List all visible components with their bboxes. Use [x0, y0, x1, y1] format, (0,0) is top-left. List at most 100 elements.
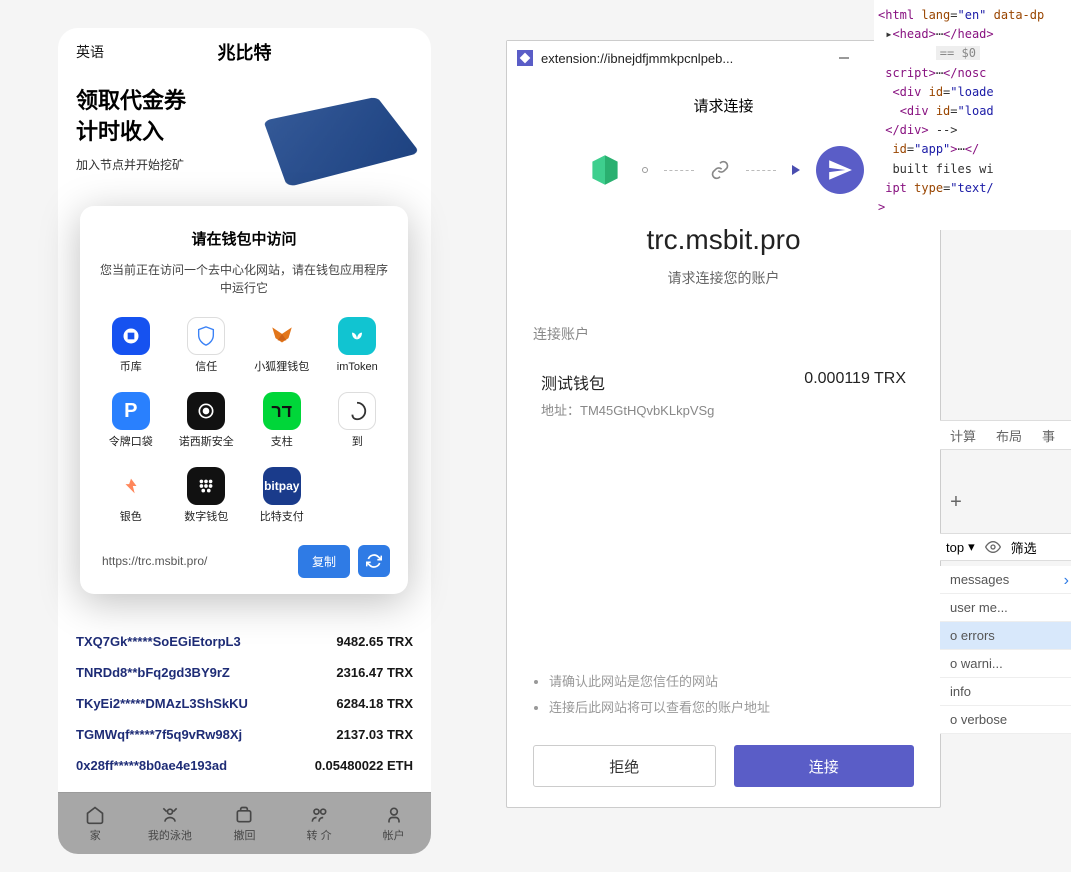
transaction-row[interactable]: 0x28ff*****8b0ae4e193ad0.05480022 ETH: [76, 750, 413, 781]
nav-icon: [160, 805, 180, 825]
console-filter-0[interactable]: messages: [940, 566, 1071, 594]
minimize-button[interactable]: [826, 44, 862, 72]
wallet-item-trust[interactable]: 信任: [174, 317, 240, 374]
wallet-item-gnosis[interactable]: 诺西斯安全: [174, 392, 240, 449]
transaction-row[interactable]: TXQ7Gk*****SoEGiEtorpL3 9482.65 TRX: [76, 626, 413, 657]
add-tab-button[interactable]: +: [944, 490, 968, 514]
hero-subtitle: 加入节点并开始挖矿: [76, 156, 186, 173]
transaction-list: TXQ7Gk*****SoEGiEtorpL3 9482.65 TRX TNRDd8…: [58, 626, 431, 781]
account-card[interactable]: 测试钱包 0.000119 TRX 地址：TM45GtHQvbKLkpVSg: [533, 358, 914, 431]
account-address: 地址：TM45GtHQvbKLkpVSg: [541, 400, 906, 419]
tx-amount: 2316.47 TRX: [336, 665, 413, 680]
dapp-logo-icon: [584, 149, 626, 191]
hero-text: 领取代金券 计时收入 加入节点并开始挖矿: [76, 86, 186, 186]
wallet-item-argent[interactable]: 银色: [98, 467, 164, 524]
wallet-label: 支柱: [271, 436, 293, 449]
wallet-label: 到: [352, 436, 363, 449]
nav-label: 撤回: [233, 827, 255, 843]
console-filter-3[interactable]: o warni...: [940, 650, 1071, 678]
wallet-label: 令牌口袋: [109, 436, 153, 449]
wallet-label: 小狐狸钱包: [254, 361, 309, 374]
console-filter-bar: top ▾ 筛选: [940, 533, 1071, 561]
hero-illustration: [263, 97, 420, 188]
wallet-label: imToken: [337, 361, 378, 374]
play-icon: [792, 165, 800, 175]
connect-button[interactable]: 连接: [734, 745, 915, 787]
request-title: 请求连接: [533, 95, 914, 116]
hero-section: 领取代金券 计时收入 加入节点并开始挖矿: [58, 76, 431, 196]
eye-icon[interactable]: [985, 539, 1001, 555]
transaction-row[interactable]: TGMWqf*****7f5q9vRw98Xj 2137.03 TRX: [76, 719, 413, 750]
wallet-item-metamask[interactable]: 小狐狸钱包: [249, 317, 315, 374]
wallet-item-onto[interactable]: 到: [325, 392, 391, 449]
tx-address: TKyEi2*****DMAzL3ShSkKU: [76, 696, 248, 711]
wallet-label: 信任: [195, 361, 217, 374]
context-dropdown[interactable]: top ▾: [946, 539, 975, 555]
account-name: 测试钱包: [541, 370, 605, 394]
mobile-header: 英语 兆比特: [58, 28, 431, 76]
tx-amount: 2137.03 TRX: [336, 727, 413, 742]
filter-label[interactable]: 筛选: [1011, 538, 1037, 557]
devtools-elements-panel[interactable]: <html lang="en" data-dp ▸<head>⋯</head> …: [874, 0, 1071, 230]
devtools-tab[interactable]: 事: [1032, 426, 1065, 445]
wallet-item-imtoken[interactable]: imToken: [325, 317, 391, 374]
tx-address: TGMWqf*****7f5q9vRw98Xj: [76, 727, 242, 742]
notice-list: 请确认此网站是您信任的网站连接后此网站将可以查看您的账户地址: [533, 669, 914, 721]
modal-footer: https://trc.msbit.pro/ 复制: [98, 545, 390, 578]
dapp-url: https://trc.msbit.pro/: [98, 548, 290, 574]
nav-item-4[interactable]: 帐户: [356, 793, 431, 854]
wallet-item-bitpay[interactable]: bitpay比特支付: [249, 467, 315, 524]
domain-name: trc.msbit.pro: [533, 224, 914, 256]
wallet-item-tokenpocket[interactable]: P令牌口袋: [98, 392, 164, 449]
refresh-icon: [366, 553, 382, 569]
wallet-grid: 币库信任 小狐狸钱包 imToken P令牌口袋诺西斯安全 דר支柱到银色 数字钱包 bit…: [98, 317, 390, 525]
devtools-tab[interactable]: 计算: [940, 426, 986, 445]
tx-amount: 9482.65 TRX: [336, 634, 413, 649]
devtools-tab[interactable]: 布局: [986, 426, 1032, 445]
nav-label: 家: [90, 827, 101, 843]
nav-icon: [234, 805, 254, 825]
link-icon: [710, 160, 730, 180]
nav-icon: [384, 805, 404, 825]
hero-line2: 计时收入: [76, 117, 186, 148]
wallet-select-modal: 请在钱包中访问 您当前正在访问一个去中心化网站，请在钱包应用程序中运行它 币库信…: [80, 206, 408, 594]
wallet-label: 数字钱包: [184, 511, 228, 524]
wallet-label: 银色: [120, 511, 142, 524]
bottom-nav: 家 我的泳池 撤回 转 介帐户: [58, 792, 431, 854]
console-filter-1[interactable]: user me...: [940, 594, 1071, 622]
chevron-right-icon[interactable]: ›: [1064, 572, 1069, 590]
nav-item-0[interactable]: 家: [58, 793, 133, 854]
nav-label: 我的泳池: [148, 827, 192, 843]
chevron-down-icon: ▾: [968, 539, 975, 555]
modal-title: 请在钱包中访问: [98, 228, 390, 249]
account-row: 测试钱包 0.000119 TRX: [541, 370, 906, 394]
copy-button[interactable]: 复制: [298, 545, 350, 578]
nav-item-3[interactable]: 转 介: [282, 793, 357, 854]
refresh-button[interactable]: [358, 545, 390, 577]
modal-subtitle: 您当前正在访问一个去中心化网站，请在钱包应用程序中运行它: [98, 261, 390, 297]
wallet-item-math[interactable]: 数字钱包: [174, 467, 240, 524]
nav-icon: [309, 805, 329, 825]
nav-item-2[interactable]: 撤回: [207, 793, 282, 854]
tx-address: TXQ7Gk*****SoEGiEtorpL3: [76, 634, 241, 649]
app-title: 兆比特: [58, 39, 431, 65]
wallet-label: 诺西斯安全: [179, 436, 234, 449]
wallet-item-pillar[interactable]: דר支柱: [249, 392, 315, 449]
transaction-row[interactable]: TNRDd8**bFq2gd3BY9rZ 2316.47 TRX: [76, 657, 413, 688]
transaction-row[interactable]: TKyEi2*****DMAzL3ShSkKU 6284.18 TRX: [76, 688, 413, 719]
section-label: 连接账户: [533, 324, 914, 344]
extension-app-icon: [517, 50, 533, 66]
console-filter-2[interactable]: o errors: [940, 622, 1071, 650]
wallet-label: 比特支付: [260, 511, 304, 524]
console-filter-5[interactable]: o verbose: [940, 706, 1071, 734]
devtools-styles-tabs: 计算布局事: [940, 420, 1071, 450]
nav-item-1[interactable]: 我的泳池: [133, 793, 208, 854]
tx-amount: 6284.18 TRX: [336, 696, 413, 711]
console-filter-4[interactable]: info: [940, 678, 1071, 706]
tx-amount: 0.05480022 ETH: [315, 758, 413, 773]
reject-button[interactable]: 拒绝: [533, 745, 716, 787]
tx-address: TNRDd8**bFq2gd3BY9rZ: [76, 665, 230, 680]
nav-icon: [85, 805, 105, 825]
wallet-item-coinbase[interactable]: 币库: [98, 317, 164, 374]
connect-subtitle: 请求连接您的账户: [533, 268, 914, 288]
